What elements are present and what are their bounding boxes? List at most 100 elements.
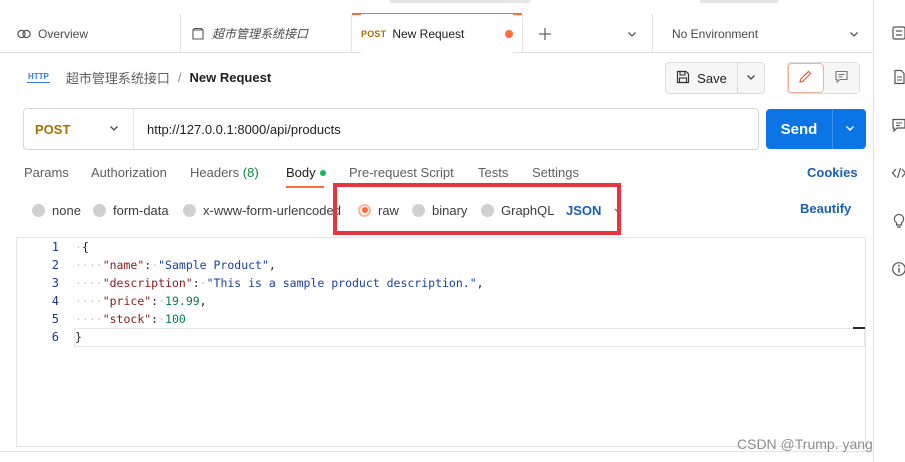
body-type-none[interactable]: none: [32, 201, 81, 219]
option-label: form-data: [113, 202, 169, 218]
comments-icon[interactable]: [890, 116, 905, 134]
chevron-down-icon: [624, 26, 640, 42]
code-line: ····"stock":·100: [75, 312, 186, 326]
chevron-down-icon: [844, 122, 856, 137]
tab-label: Headers: [190, 165, 240, 180]
send-button-group: Send: [766, 109, 866, 149]
tab-separator: [180, 14, 181, 53]
headers-count-badge: (8): [242, 165, 259, 180]
code-line: }: [75, 330, 82, 344]
save-options-button[interactable]: [738, 71, 764, 86]
comment-mode-button[interactable]: [823, 63, 859, 93]
comment-icon: [834, 69, 849, 87]
tab-separator: [522, 14, 523, 53]
tab-settings[interactable]: Settings: [532, 165, 579, 185]
json-key: "description": [102, 276, 193, 290]
method-label: POST: [35, 121, 71, 137]
breadcrumb: HTTP 超市管理系统接口 / New Request: [27, 66, 271, 88]
cookies-link[interactable]: Cookies: [807, 165, 858, 180]
radio-icon: [93, 203, 106, 217]
plus-icon: [537, 26, 553, 42]
body-active-dot-icon: [319, 169, 326, 176]
tab-pre-request-script[interactable]: Pre-request Script: [349, 165, 454, 185]
line-number: 4: [51, 294, 59, 308]
tab-new-request[interactable]: POST New Request: [361, 14, 513, 53]
request-tab-bar: Overview 超市管理系统接口 POST New Request No En…: [0, 0, 873, 53]
annotation-highlight-box: [333, 183, 621, 235]
body-editor[interactable]: 1 2 3 4 5 6 ·{ ····"name":·"Sample Produ…: [16, 237, 866, 447]
documentation-icon[interactable]: [890, 68, 905, 86]
beautify-link[interactable]: Beautify: [800, 201, 851, 216]
chevron-down-icon: [745, 71, 757, 86]
edit-mode-button[interactable]: [788, 63, 824, 93]
tab-overview[interactable]: Overview: [16, 14, 88, 53]
tab-body[interactable]: Body: [286, 165, 326, 185]
json-key: "price": [102, 294, 152, 308]
top-strip: [700, 0, 778, 3]
tab-label: Overview: [38, 26, 89, 41]
body-type-form-data[interactable]: form-data: [93, 201, 169, 219]
watermark: CSDN @Trump. yang: [737, 436, 873, 452]
scroll-indicator: [853, 327, 865, 329]
tab-separator: [351, 14, 352, 53]
tab-params[interactable]: Params: [24, 165, 69, 185]
line-number-gutter: 1 2 3 4 5 6: [17, 238, 73, 446]
code-line: ····"price":·19.99,: [75, 294, 207, 308]
unsaved-dot-icon: [505, 29, 513, 38]
line-number: 1: [51, 240, 59, 254]
radio-icon: [183, 203, 196, 217]
breadcrumb-collection[interactable]: 超市管理系统接口: [66, 68, 170, 87]
tab-headers[interactable]: Headers (8): [190, 165, 259, 185]
line-number: 3: [51, 276, 59, 290]
new-tab-button[interactable]: [537, 14, 553, 53]
tab-label: New Request: [392, 26, 465, 41]
chevron-down-icon: [846, 26, 862, 42]
json-value: "Sample Product": [158, 258, 269, 272]
send-options-button[interactable]: [833, 109, 866, 149]
save-button[interactable]: Save: [666, 63, 738, 93]
method-select[interactable]: POST: [24, 109, 134, 149]
breadcrumb-separator: /: [177, 69, 182, 85]
collection-icon: [190, 26, 206, 42]
save-icon: [676, 70, 690, 87]
edit-mode-toggle: [787, 62, 860, 94]
tab-label: Body: [286, 165, 316, 180]
json-key: "stock": [102, 312, 152, 326]
active-tab-underline: [286, 186, 324, 188]
option-label: none: [52, 202, 81, 218]
json-value: "This is a sample product description.": [206, 276, 477, 290]
environment-selector[interactable]: No Environment: [672, 14, 862, 53]
environment-quick-look-icon[interactable]: [890, 24, 905, 42]
json-value: 100: [165, 312, 186, 326]
page-title[interactable]: New Request: [190, 70, 272, 85]
save-label: Save: [697, 70, 727, 86]
line-number: 5: [51, 312, 59, 326]
option-label: x-www-form-urlencoded: [203, 202, 341, 218]
top-strip: [390, 0, 530, 3]
save-button-group: Save: [665, 62, 765, 94]
tab-method-badge: POST: [361, 28, 387, 39]
lightbulb-icon[interactable]: [890, 212, 905, 230]
right-sidebar: [873, 0, 905, 462]
json-value: 19.99: [165, 294, 200, 308]
code-line: ····"description":·"This is a sample pro…: [75, 276, 484, 290]
send-button[interactable]: Send: [766, 109, 833, 149]
radio-icon: [32, 203, 45, 217]
tab-collection[interactable]: 超市管理系统接口: [190, 14, 308, 53]
tabs-dropdown-button[interactable]: [624, 14, 640, 53]
url-bar: POST: [23, 108, 759, 150]
line-number: 2: [51, 258, 59, 272]
info-icon[interactable]: [890, 260, 905, 278]
body-type-urlencoded[interactable]: x-www-form-urlencoded: [183, 201, 341, 219]
code-snippet-icon[interactable]: [890, 164, 905, 182]
tab-label: 超市管理系统接口: [212, 27, 309, 41]
line-number: 6: [51, 330, 59, 344]
tab-tests[interactable]: Tests: [478, 165, 508, 185]
tab-separator: [652, 14, 653, 53]
code-line: ····"name":·"Sample Product",: [75, 258, 276, 272]
code-line: ·{: [75, 240, 89, 254]
url-input[interactable]: [147, 121, 737, 137]
tab-authorization[interactable]: Authorization: [91, 165, 167, 185]
current-line-highlight: [74, 328, 865, 347]
chevron-down-icon: [108, 122, 120, 137]
